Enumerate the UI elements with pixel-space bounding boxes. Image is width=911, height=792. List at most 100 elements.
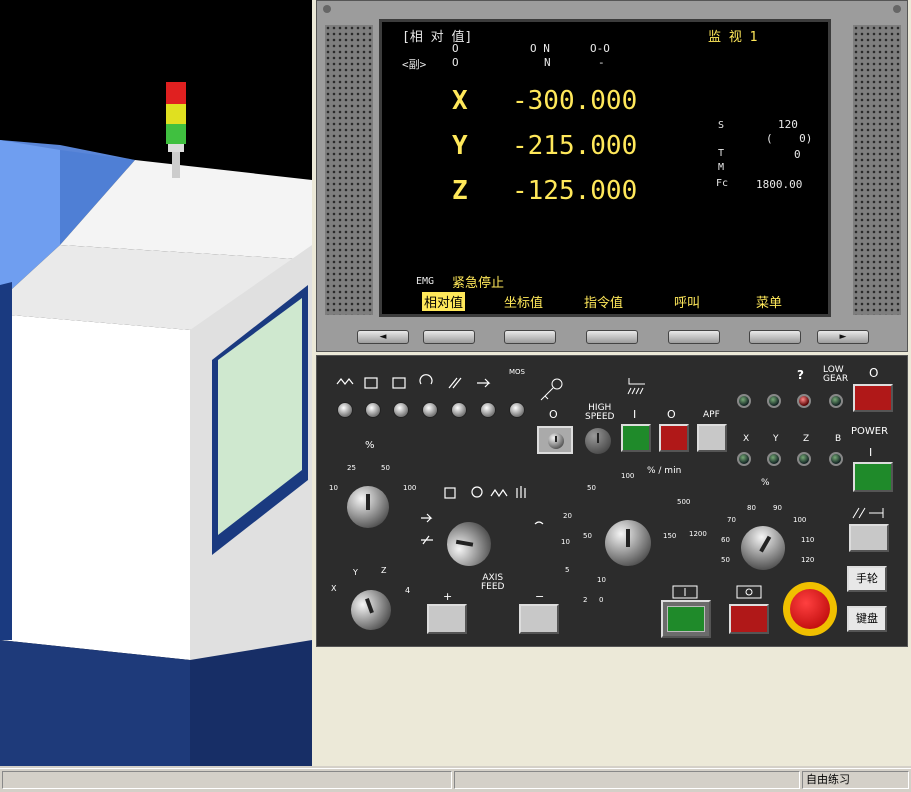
- led-home-x: [737, 452, 751, 466]
- spindle-override-knob[interactable]: [605, 520, 651, 566]
- key-switch[interactable]: [537, 426, 573, 454]
- rapid-mode-icon: [477, 378, 491, 388]
- axis-selector-knob[interactable]: [345, 584, 397, 636]
- edit-mode-icon: [336, 378, 354, 385]
- fc-value: 1800.00: [756, 178, 803, 191]
- feed-override-knob[interactable]: [347, 486, 389, 528]
- softkey-label-relative[interactable]: 相对值: [422, 292, 466, 311]
- status-left: [2, 771, 452, 789]
- softkey-5-button[interactable]: [749, 330, 801, 344]
- machine-render: [0, 0, 312, 766]
- power-on-button[interactable]: [853, 462, 893, 492]
- softkey-label-menu[interactable]: 菜单: [756, 292, 782, 311]
- row1-c: O-O: [590, 42, 610, 55]
- led-low-gear: [829, 394, 843, 408]
- rapid-tick-80: 80: [747, 504, 756, 512]
- mode-toggle-7[interactable]: [509, 402, 525, 418]
- crt-monitor: [相 对 值] 监 视 1 O O N O-O <副> O N - X -300…: [316, 0, 908, 352]
- key-o-label: O: [549, 408, 558, 421]
- mode-toggle-2[interactable]: [365, 402, 381, 418]
- softkey-1-button[interactable]: [423, 330, 475, 344]
- softkey-label-coordinates[interactable]: 坐标值: [504, 292, 543, 311]
- power-off-button[interactable]: [853, 384, 893, 412]
- spindle-tick-0: 0: [599, 596, 604, 604]
- s-label: S: [718, 120, 725, 131]
- status-middle: [454, 771, 800, 789]
- axis-y-label: Y: [452, 131, 468, 161]
- cycle-o-label: O: [667, 408, 676, 421]
- row2-c: -: [598, 56, 605, 69]
- axis-feed-plus-label: +: [443, 590, 453, 603]
- spindle-tick-5: 5: [565, 566, 570, 574]
- spindle-tick-10: 10: [561, 538, 570, 546]
- handwheel-icon: [516, 486, 526, 498]
- axis-feed-minus-button[interactable]: [519, 604, 559, 634]
- mode-toggle-3[interactable]: [393, 402, 409, 418]
- high-speed-knob[interactable]: [585, 428, 611, 454]
- softkey-4-button[interactable]: [668, 330, 720, 344]
- rapid-icon: [421, 535, 433, 545]
- apf-button[interactable]: [697, 424, 727, 452]
- feed-tick-10: 10: [329, 484, 338, 492]
- monitor-title: 监 视 1: [708, 30, 758, 45]
- sub-label: <副>: [402, 58, 427, 71]
- operator-panel: MOS O HIGH SPEED I O APF ? LOW GEAR O X …: [316, 355, 908, 647]
- axis-sel-4: 4: [405, 586, 411, 595]
- machine-3d-view[interactable]: [0, 0, 312, 766]
- low-gear-label: LOW GEAR: [823, 365, 849, 384]
- softkey-label-call[interactable]: 呼叫: [674, 292, 700, 311]
- softkey-next-button[interactable]: ►: [817, 330, 869, 344]
- axis-feed-minus-label: −: [535, 590, 545, 603]
- dnc-icon: [444, 487, 456, 499]
- row1-b: O N: [530, 42, 550, 55]
- emergency-stop-button[interactable]: [783, 582, 837, 636]
- mos-label: MOS: [509, 368, 525, 376]
- mode-toggle-6[interactable]: [480, 402, 496, 418]
- led-memory: [767, 394, 781, 408]
- spindle-tick-100: 100: [621, 472, 635, 480]
- softkey-2-button[interactable]: [504, 330, 556, 344]
- cnc-display-screen: [相 对 值] 监 视 1 O O N O-O <副> O N - X -300…: [379, 19, 831, 317]
- handwheel-button[interactable]: 手轮: [847, 566, 887, 592]
- rapid-tick-60: 60: [721, 536, 730, 544]
- feed-hold-button[interactable]: [729, 604, 769, 634]
- memory-mode-icon: [364, 377, 378, 389]
- coolant-icon: [627, 378, 645, 395]
- softkey-label-command[interactable]: 指令值: [584, 292, 623, 311]
- softkey-3-button[interactable]: [586, 330, 638, 344]
- led-home-b: [829, 452, 843, 466]
- coolant-on-button[interactable]: [621, 424, 651, 452]
- rapid-override-knob[interactable]: [732, 517, 794, 579]
- rapid-tick-70: 70: [727, 516, 736, 524]
- cycle-start-button[interactable]: [661, 600, 711, 638]
- keyboard-button[interactable]: 键盘: [847, 606, 887, 632]
- axis-sel-y: Y: [353, 568, 358, 577]
- row2-a: O: [452, 56, 459, 69]
- mode-toggle-4[interactable]: [422, 402, 438, 418]
- power-on-label: I: [869, 446, 873, 459]
- feed-tick-50: 50: [381, 464, 390, 472]
- fc-label: Fc: [716, 178, 729, 189]
- single-block-button[interactable]: [849, 524, 889, 552]
- axis-x-label: X: [452, 86, 468, 116]
- led-home-y: [767, 452, 781, 466]
- row2-b: N: [544, 56, 551, 69]
- power-off-label: O: [869, 366, 879, 380]
- screw: [893, 5, 901, 13]
- spindle-tick-2: 2: [583, 596, 588, 604]
- feed-tick-25: 25: [347, 464, 356, 472]
- mode-toggle-1[interactable]: [337, 402, 353, 418]
- softkey-prev-button[interactable]: ◄: [357, 330, 409, 344]
- home-y-label: Y: [773, 434, 779, 444]
- axis-sel-z: Z: [381, 566, 387, 575]
- rapid-tick-110: 110: [801, 536, 815, 544]
- axis-x-value: -300.000: [512, 86, 638, 116]
- axis-feed-plus-button[interactable]: [427, 604, 467, 634]
- coolant-off-button[interactable]: [659, 424, 689, 452]
- incremental-icon: [421, 513, 433, 523]
- mode-toggle-5[interactable]: [451, 402, 467, 418]
- spindle-tick-10b: 10: [597, 576, 606, 584]
- cycle-start-icon: [672, 585, 698, 599]
- single-block-icon: [852, 507, 884, 519]
- s-value: 120: [778, 118, 798, 131]
